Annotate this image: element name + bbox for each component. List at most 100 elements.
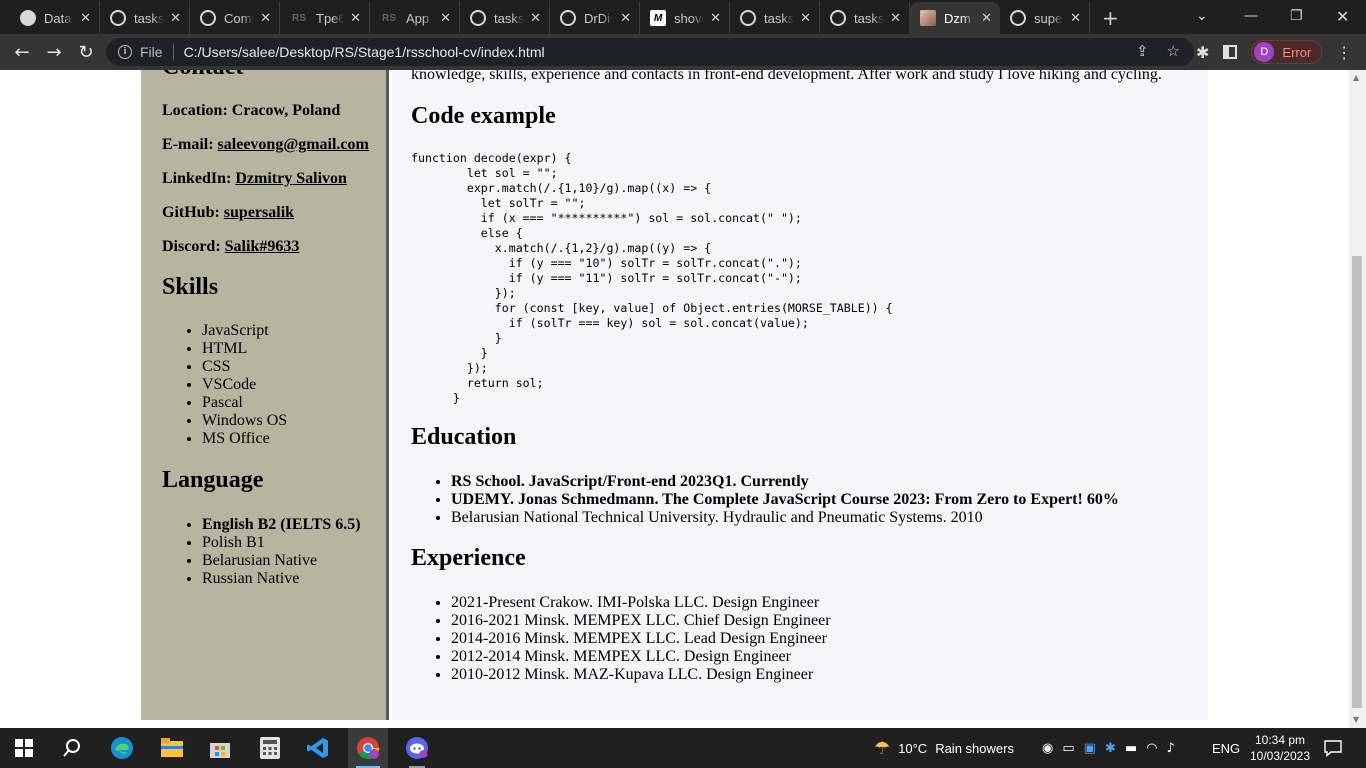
- bookmark-star-icon[interactable]: ☆: [1167, 42, 1180, 60]
- globe-favicon-icon: [20, 10, 36, 26]
- rs-favicon-icon: RS: [292, 12, 306, 24]
- address-actions: ⇪ ☆: [1136, 42, 1180, 60]
- github-favicon-icon: [110, 10, 126, 26]
- display-tray-icon[interactable]: ▭: [1062, 741, 1074, 756]
- side-panel-icon[interactable]: [1223, 45, 1238, 59]
- profile-button[interactable]: D Error: [1251, 40, 1323, 64]
- contact-link[interactable]: supersalik: [224, 204, 294, 221]
- rain-cloud-icon: ☂: [874, 737, 891, 759]
- windows-taskbar: ☂ 10°C Rain showers ◉ ▭ ▣ ✱ ▬ ◠ ♪ ENG 10…: [0, 728, 1366, 768]
- tab-close-icon[interactable]: ✕: [890, 10, 901, 26]
- tab-close-icon[interactable]: ✕: [170, 10, 181, 26]
- browser-toolbar: ← → ↻ i File C:/Users/salee/Desktop/RS/S…: [0, 34, 1366, 70]
- github-favicon-icon: [470, 10, 486, 26]
- notifications-icon[interactable]: [1324, 728, 1342, 768]
- experience-item: 2014-2016 Minsk. MEMPEX LLC. Lead Design…: [451, 630, 1201, 648]
- chrome-icon[interactable]: [356, 736, 380, 760]
- minimize-icon[interactable]: —: [1244, 0, 1258, 32]
- tab-title: Tpe6: [316, 10, 345, 26]
- tab-close-icon[interactable]: ✕: [800, 10, 811, 26]
- discord-icon[interactable]: [405, 736, 429, 760]
- contact-link[interactable]: Dzmitry Salivon: [235, 170, 347, 187]
- browser-tab[interactable]: Dzm ✕: [910, 2, 1000, 34]
- browser-tab[interactable]: RS App ✕: [370, 2, 460, 34]
- tab-close-icon[interactable]: ✕: [530, 10, 541, 26]
- skill-item: MS Office: [202, 430, 382, 448]
- info-icon[interactable]: i: [118, 45, 132, 59]
- browser-tab[interactable]: RS Tpe6 ✕: [280, 2, 370, 34]
- about-text-tail: knowledge, skills, experience and contac…: [411, 70, 1162, 83]
- share-icon[interactable]: ⇪: [1136, 42, 1149, 60]
- search-icon[interactable]: [60, 736, 84, 760]
- education-list: RS School. JavaScript/Front-end 2023Q1. …: [411, 473, 1201, 527]
- new-tab-button[interactable]: +: [1090, 2, 1131, 34]
- tab-close-icon[interactable]: ✕: [981, 10, 992, 26]
- tab-close-icon[interactable]: ✕: [80, 10, 91, 26]
- scrollbar-thumb[interactable]: [1352, 256, 1362, 708]
- education-item: RS School. JavaScript/Front-end 2023Q1. …: [451, 473, 1201, 491]
- extensions-puzzle-icon[interactable]: ✱: [1196, 43, 1209, 62]
- github-favicon-icon: [560, 10, 576, 26]
- vscode-icon[interactable]: [306, 736, 330, 760]
- tab-close-icon[interactable]: ✕: [350, 10, 361, 26]
- input-language[interactable]: ENG: [1212, 728, 1240, 768]
- code-example-block: function decode(expr) { let sol = ""; ex…: [411, 151, 893, 405]
- forward-arrow-icon[interactable]: →: [38, 42, 70, 63]
- contact-item: LinkedIn: Dzmitry Salivon: [162, 170, 347, 188]
- browser-tab[interactable]: DrDi ✕: [550, 2, 640, 34]
- tab-close-icon[interactable]: ✕: [260, 10, 271, 26]
- discord-tray-icon[interactable]: ◉: [1042, 741, 1053, 756]
- browser-tab[interactable]: tasks ✕: [820, 2, 910, 34]
- battery-icon[interactable]: ▬: [1125, 741, 1137, 756]
- scroll-down-arrow-icon[interactable]: ▼: [1353, 715, 1359, 724]
- tab-search-icon[interactable]: ⌄: [1196, 0, 1208, 32]
- browser-tab[interactable]: Comp ✕: [190, 2, 280, 34]
- profile-status: Error: [1282, 44, 1312, 60]
- weather-widget[interactable]: ☂ 10°C Rain showers: [874, 728, 1014, 768]
- menu-kebab-icon[interactable]: ⋮: [1336, 43, 1352, 62]
- file-explorer-icon[interactable]: [160, 736, 184, 760]
- reload-icon[interactable]: ↻: [70, 42, 102, 63]
- address-bar[interactable]: i File C:/Users/salee/Desktop/RS/Stage1/…: [106, 38, 1194, 66]
- browser-tab[interactable]: Data ✕: [10, 2, 100, 34]
- contact-link[interactable]: saleevong@gmail.com: [218, 136, 369, 153]
- bluetooth-icon[interactable]: ✱: [1105, 741, 1116, 756]
- github-favicon-icon: [740, 10, 756, 26]
- browser-tab[interactable]: tasks ✕: [100, 2, 190, 34]
- cv-main: knowledge, skills, experience and contac…: [392, 70, 1208, 720]
- store-bag-icon[interactable]: [208, 736, 232, 760]
- tab-close-icon[interactable]: ✕: [620, 10, 631, 26]
- browser-tab[interactable]: tasks ✕: [730, 2, 820, 34]
- browser-tab[interactable]: Mshove ✕: [640, 2, 730, 34]
- clock[interactable]: 10:34 pm 10/03/2023: [1250, 728, 1310, 768]
- calculator-icon[interactable]: [258, 736, 282, 760]
- skill-item: CSS: [202, 358, 382, 376]
- start-windows-icon[interactable]: [12, 736, 36, 760]
- restore-icon[interactable]: ❐: [1290, 0, 1303, 32]
- window-close-icon[interactable]: ✕: [1336, 0, 1349, 32]
- edge-icon[interactable]: [110, 736, 134, 760]
- wifi-icon[interactable]: ◠: [1146, 741, 1157, 756]
- tab-close-icon[interactable]: ✕: [440, 10, 451, 26]
- scroll-up-arrow-icon[interactable]: ▲: [1353, 73, 1359, 82]
- vertical-scrollbar[interactable]: ▲ ▼: [1349, 70, 1366, 728]
- url-text[interactable]: C:/Users/salee/Desktop/RS/Stage1/rsschoo…: [184, 44, 545, 60]
- rs-favicon-icon: RS: [382, 12, 396, 24]
- browser-tab[interactable]: tasks ✕: [460, 2, 550, 34]
- contact-link[interactable]: Salik#9633: [225, 238, 300, 255]
- tab-close-icon[interactable]: ✕: [710, 10, 721, 26]
- tab-title: DrDi: [584, 10, 610, 26]
- tab-close-icon[interactable]: ✕: [1070, 10, 1081, 26]
- volume-icon[interactable]: ♪: [1166, 741, 1174, 756]
- experience-item: 2010-2012 Minsk. MAZ-Kupava LLC. Design …: [451, 666, 1201, 684]
- back-arrow-icon[interactable]: ←: [6, 42, 38, 63]
- browser-tab[interactable]: supe ✕: [1000, 2, 1090, 34]
- address-divider: [172, 44, 174, 60]
- skills-list: JavaScriptHTMLCSSVSCodePascalWindows OSM…: [162, 322, 382, 448]
- cv-sidebar: Contact Location: Cracow, Poland E-mail: …: [141, 70, 389, 720]
- contact-label: Discord:: [162, 238, 221, 255]
- page-viewport: Contact Location: Cracow, Poland E-mail: …: [0, 70, 1366, 728]
- app-tray-icon[interactable]: ▣: [1084, 741, 1096, 756]
- language-heading: Language: [162, 467, 264, 493]
- contact-item: E-mail: saleevong@gmail.com: [162, 136, 369, 154]
